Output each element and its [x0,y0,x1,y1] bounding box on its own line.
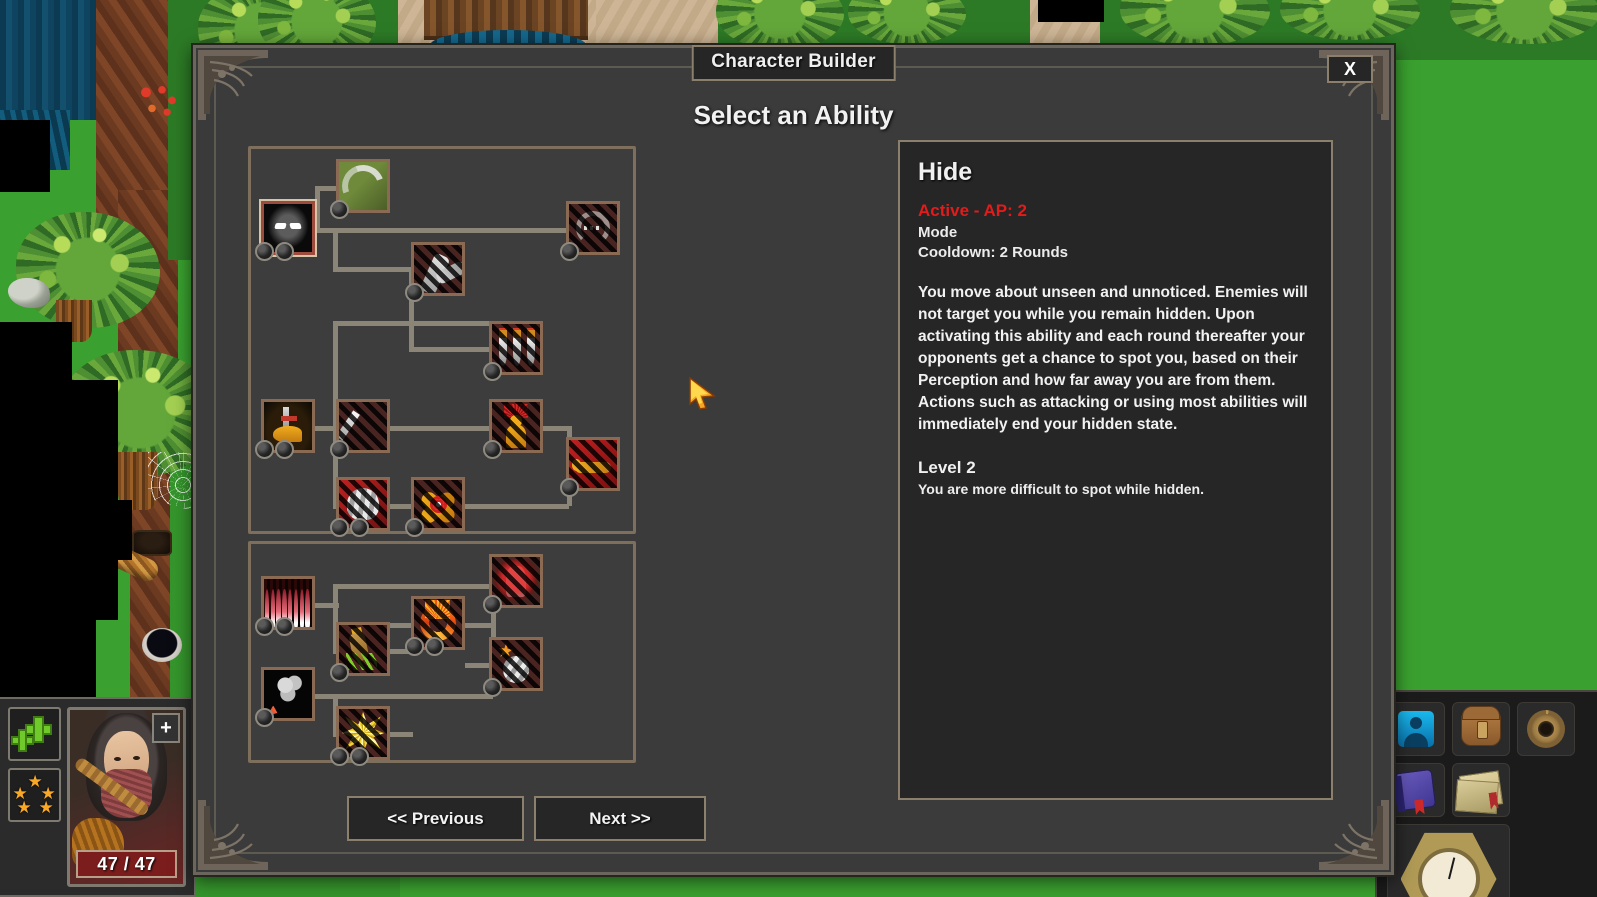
ability-node-ring-of-fire[interactable] [405,596,465,656]
ability-node-shield-wall[interactable] [330,477,390,537]
ability-node-flame-wall[interactable] [255,576,315,636]
clock-knob [1438,824,1460,831]
dialog-title: Character Builder [711,51,876,72]
fog-of-war [1038,0,1104,22]
ability-node-molotov[interactable] [330,622,390,682]
stars-icon [12,773,58,817]
close-button[interactable]: X [1327,55,1373,83]
settings-button[interactable] [1517,702,1575,756]
ability-node-sound-burst[interactable] [560,201,620,261]
book-icon [1395,768,1437,812]
ability-rank-pips [255,617,294,636]
rock [8,278,50,308]
sidebar [1375,690,1597,897]
ability-rank-pips [330,440,349,459]
dialog-body: Select an Ability Hide Active - AP: 2 Mo… [214,66,1373,854]
ability-rank-pips [255,242,294,261]
fog-of-war [0,120,50,192]
ability-node-sweeping-strike[interactable] [330,159,390,219]
ability-node-sneak-attack[interactable] [255,399,315,459]
ability-name: Hide [918,158,973,186]
person-icon [1398,711,1434,747]
ability-tree-stealth [248,146,636,537]
ability-description-panel: Hide Active - AP: 2 Mode Cooldown: 2 Rou… [898,140,1333,800]
ability-rank-pips [330,663,349,682]
game-screen: + 47 / 47 Character Builder X Select an … [0,0,1597,897]
ability-rank-pips [330,747,369,766]
ability-tree-fire [248,541,636,766]
ability-node-knockdown[interactable] [560,437,620,497]
ability-node-throw-daggers[interactable] [483,321,543,381]
ability-node-rage[interactable] [483,399,543,459]
ability-mode: Mode [918,224,958,241]
ability-rank-pips [330,518,369,537]
ability-rank-pips [330,200,349,219]
ability-node-flash-powder[interactable] [330,706,390,766]
next-button[interactable]: Next >> [534,796,706,841]
fog-of-war [66,500,132,560]
backpack-icon [1461,706,1501,746]
ability-node-aimed-shot[interactable] [405,477,465,537]
clock-button[interactable] [1387,824,1510,897]
spellbook-button[interactable] [1387,763,1445,817]
gear-icon [1527,710,1565,748]
ability-cooldown: Cooldown: 2 Rounds [918,243,1068,261]
tree-stump [132,530,172,556]
ability-rank-pips [405,637,444,656]
ability-rank-pips [560,478,579,497]
hp-bar: 47 / 47 [76,850,177,878]
ability-rank-pips [560,242,579,261]
quest-log-button[interactable] [1452,763,1510,817]
ability-level-heading: Level 2 [918,458,976,477]
ability-rank-pips [405,283,424,302]
ability-description-text: You move about unseen and unnoticed. Ene… [918,284,1308,433]
character-builder-dialog: Character Builder X Select an Ability Hi… [193,45,1394,875]
rank-display[interactable] [8,768,61,822]
flowers [140,86,180,118]
well [142,628,182,662]
party-hud: + 47 / 47 [0,697,196,897]
scroll-icon [1458,770,1504,810]
heal-button[interactable] [8,707,61,761]
ability-node-smoke-bomb[interactable] [255,667,315,727]
add-party-member-button[interactable]: + [152,713,180,743]
page-title: Select an Ability [693,100,894,130]
ability-node-explosive-orb[interactable] [483,637,543,697]
ability-rank-pips [483,362,502,381]
ability-rank-pips [483,678,502,697]
ability-node-immolate[interactable] [483,554,543,614]
inventory-button[interactable] [1452,702,1510,756]
ability-node-kick[interactable] [405,242,465,302]
ability-type-ap: Active - AP: 2 [918,201,1027,220]
previous-button[interactable]: << Previous [347,796,524,841]
green-cross-icon [10,716,54,752]
ability-rank-pips [255,708,274,727]
character-sheet-button[interactable] [1387,702,1445,756]
ability-node-backstab[interactable] [330,399,390,459]
ability-rank-pips [255,440,294,459]
clock-face [1417,848,1480,897]
clock-hand [1447,857,1455,880]
fog-of-war [0,600,96,700]
character-portrait[interactable]: + 47 / 47 [67,707,186,887]
ability-rank-pips [483,595,502,614]
ability-rank-pips [483,440,502,459]
ability-level-text: You are more difficult to spot while hid… [918,481,1204,497]
hud-icon-column [8,707,61,887]
dialog-title-plate: Character Builder [691,45,896,81]
ability-rank-pips [405,518,424,537]
clock-icon [1400,832,1497,897]
ability-node-hide[interactable] [255,201,315,261]
